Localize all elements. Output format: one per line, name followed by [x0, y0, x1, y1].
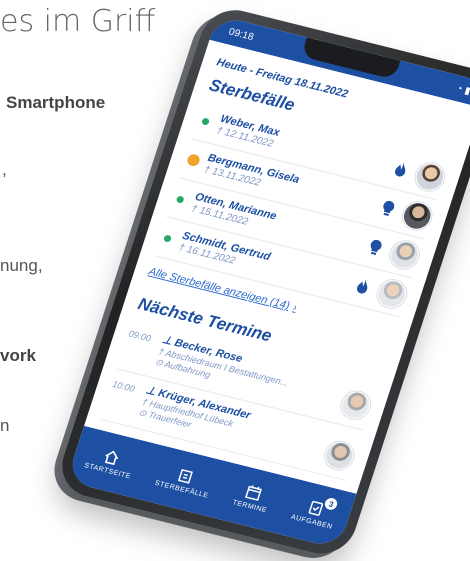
avatar [411, 160, 448, 194]
avatar [373, 277, 410, 311]
home-icon [105, 450, 119, 466]
tab-aufgaben[interactable]: 3 AUFGABEN [289, 496, 340, 531]
tasks-icon [308, 500, 324, 516]
copy-line-2: , [2, 160, 7, 179]
copy-line-3: nung, [0, 256, 43, 275]
status-dot-green [163, 233, 173, 243]
avatar [399, 199, 436, 233]
copy-line-smartphone: Smartphone [6, 93, 106, 112]
wifi-battery-icon: ◔ ▮ [454, 82, 470, 97]
avatar [386, 238, 423, 272]
tab-startseite[interactable]: STARTSEITE [83, 444, 137, 480]
appointment-time: 09:00 [127, 328, 153, 344]
status-dot-green [175, 194, 185, 204]
appointment-time: 10:00 [110, 378, 136, 394]
status-time: 09:18 [227, 26, 256, 43]
calendar-icon [245, 485, 263, 502]
status-dot-green [201, 116, 211, 126]
headline: es im Griff [0, 4, 156, 39]
tab-label: AUFGABEN [289, 513, 334, 531]
chevron-right-icon: › [291, 301, 299, 314]
status-dot-orange [185, 153, 202, 168]
tasks-count-badge: 3 [323, 496, 340, 512]
copy-line-4: vork [0, 346, 36, 365]
tab-label: TERMINE [231, 499, 268, 515]
deaths-icon [178, 469, 194, 484]
tab-label: STARTSEITE [83, 462, 132, 481]
copy-line-5: n [0, 416, 10, 435]
tab-sterbefaelle[interactable]: STERBEFÄLLE [154, 462, 215, 500]
tab-termine[interactable]: TERMINE [232, 481, 274, 514]
